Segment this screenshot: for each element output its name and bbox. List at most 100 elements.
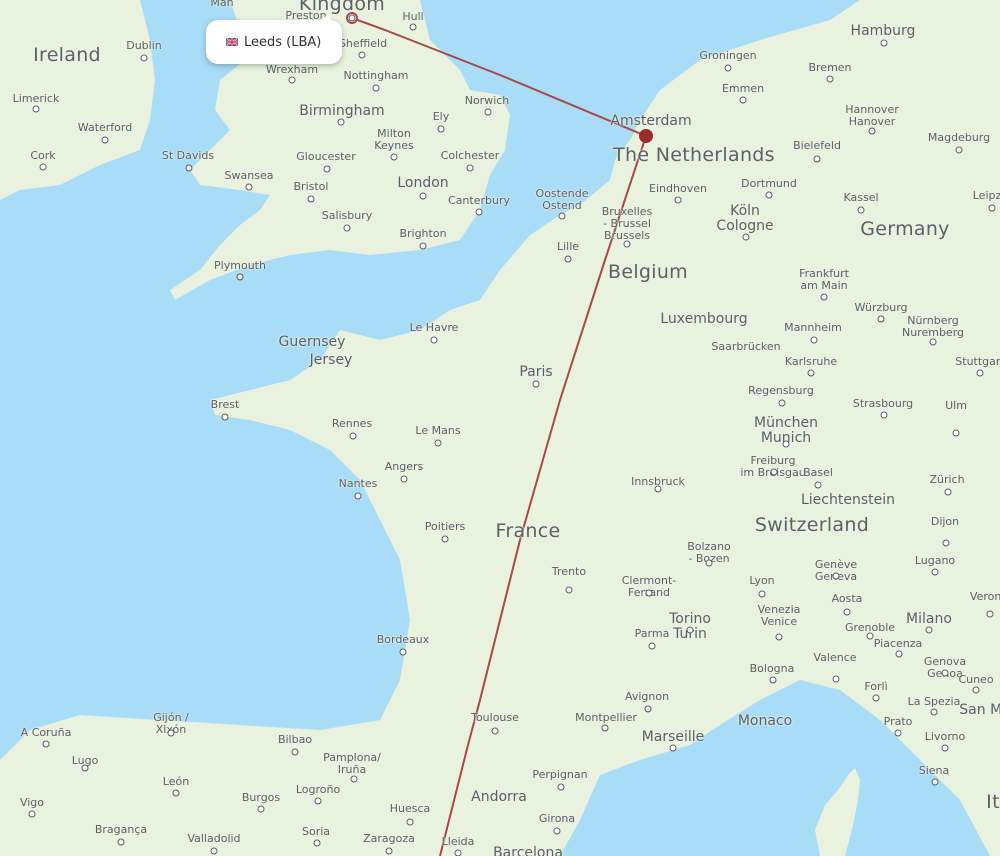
city-marker xyxy=(337,118,345,126)
city-marker xyxy=(385,847,393,855)
city-label: Logroño xyxy=(295,783,341,796)
city-marker xyxy=(221,413,229,421)
city-label: Lille xyxy=(556,240,580,253)
city-label: Valladolid xyxy=(187,832,241,845)
city-label: Angers xyxy=(384,460,424,473)
city-label: Bristol xyxy=(293,180,329,193)
city-marker xyxy=(880,411,888,419)
city-label: Swansea xyxy=(224,169,274,182)
city-label: Strasbourg xyxy=(852,397,914,410)
city-marker xyxy=(944,488,952,496)
city-marker xyxy=(778,399,786,407)
city-label: Cuneo xyxy=(958,673,994,686)
city-label: Plymouth xyxy=(214,259,266,272)
city-label: Kassel xyxy=(843,191,879,204)
city-marker xyxy=(765,191,773,199)
city-label: Bologna xyxy=(749,662,795,675)
city-label: Emmen xyxy=(721,82,765,95)
city-marker xyxy=(941,744,949,752)
city-label: Valence xyxy=(813,651,857,664)
city-marker xyxy=(686,626,694,634)
city-label: Milton Keynes xyxy=(374,127,414,152)
city-label: Trento xyxy=(551,565,587,578)
city-marker xyxy=(880,39,888,47)
city-marker xyxy=(454,849,462,856)
city-marker xyxy=(437,125,445,133)
city-marker xyxy=(930,708,938,716)
city-marker xyxy=(390,153,398,161)
city-label: Prato xyxy=(883,715,913,728)
city-label: Aosta xyxy=(831,592,863,605)
city-marker xyxy=(39,163,47,171)
city-marker xyxy=(826,75,834,83)
city-marker xyxy=(358,51,366,59)
city-label: Girona xyxy=(538,812,576,825)
city-marker xyxy=(314,797,322,805)
city-label: Oostende Ostend xyxy=(535,187,589,212)
uk-flag-icon xyxy=(226,38,238,46)
city-marker xyxy=(894,729,902,737)
origin-tooltip[interactable]: Leeds (LBA) xyxy=(206,20,342,64)
city-label: Toulouse xyxy=(471,711,519,724)
city-marker xyxy=(988,204,996,212)
city-marker xyxy=(925,626,933,634)
city-marker xyxy=(972,686,980,694)
city-label: Nantes xyxy=(338,477,378,490)
city-label: Le Havre xyxy=(409,321,459,334)
city-marker xyxy=(257,805,265,813)
city-label: Avignon xyxy=(624,690,670,703)
country-label-belgium: Belgium xyxy=(608,261,688,283)
city-marker xyxy=(348,14,356,22)
city-label: Verona xyxy=(969,590,1000,603)
city-marker xyxy=(769,676,777,684)
city-marker xyxy=(399,648,407,656)
destination-marker[interactable] xyxy=(639,129,653,143)
city-marker xyxy=(172,789,180,797)
city-label: Frankfurt am Main xyxy=(799,267,849,292)
country-label-monaco: Monaco xyxy=(737,713,793,729)
city-label: Limerick xyxy=(12,92,60,105)
city-marker xyxy=(872,694,880,702)
city-marker xyxy=(185,164,193,172)
city-label: Lyon xyxy=(749,574,775,587)
city-marker xyxy=(814,481,822,489)
city-marker xyxy=(117,838,125,846)
map-view[interactable]: Ireland Kingdom The Netherlands Belgium Germ… xyxy=(0,0,1000,856)
city-marker xyxy=(810,336,818,344)
city-label: Nottingham xyxy=(343,69,409,82)
city-marker xyxy=(28,810,36,818)
city-label: Bilbao xyxy=(277,733,313,746)
city-label: Milano xyxy=(906,611,952,627)
city-label: Basel xyxy=(803,466,833,479)
city-marker xyxy=(941,669,949,677)
city-label: Canterbury xyxy=(448,194,510,207)
city-label: Karlsruhe xyxy=(784,355,838,368)
city-marker xyxy=(466,164,474,172)
country-label-luxembourg: Luxembourg xyxy=(660,311,748,327)
city-marker xyxy=(400,475,408,483)
city-marker xyxy=(724,64,732,72)
city-marker xyxy=(430,336,438,344)
city-label: Man xyxy=(210,0,234,9)
city-label: Hull xyxy=(402,10,424,23)
city-label: Saarbrücken xyxy=(711,340,781,353)
city-label: Leipz xyxy=(972,189,1000,202)
city-marker xyxy=(313,839,321,847)
city-label: Forlì xyxy=(864,680,888,693)
city-marker xyxy=(419,242,427,250)
city-label: Magdeburg xyxy=(927,131,991,144)
city-label: Ulm xyxy=(945,399,967,412)
city-marker xyxy=(564,255,572,263)
city-label: Mannheim xyxy=(784,321,842,334)
city-marker xyxy=(705,559,713,567)
city-label: St Davids xyxy=(161,149,215,162)
city-marker xyxy=(942,539,950,547)
city-label: Sheffield xyxy=(338,37,388,50)
city-marker xyxy=(245,183,253,191)
city-marker xyxy=(441,535,449,543)
city-marker xyxy=(770,468,778,476)
city-label: La Spezia xyxy=(907,695,961,708)
city-marker xyxy=(406,818,414,826)
country-label-jersey: Jersey xyxy=(309,352,353,368)
country-label-netherlands: The Netherlands xyxy=(613,144,775,166)
